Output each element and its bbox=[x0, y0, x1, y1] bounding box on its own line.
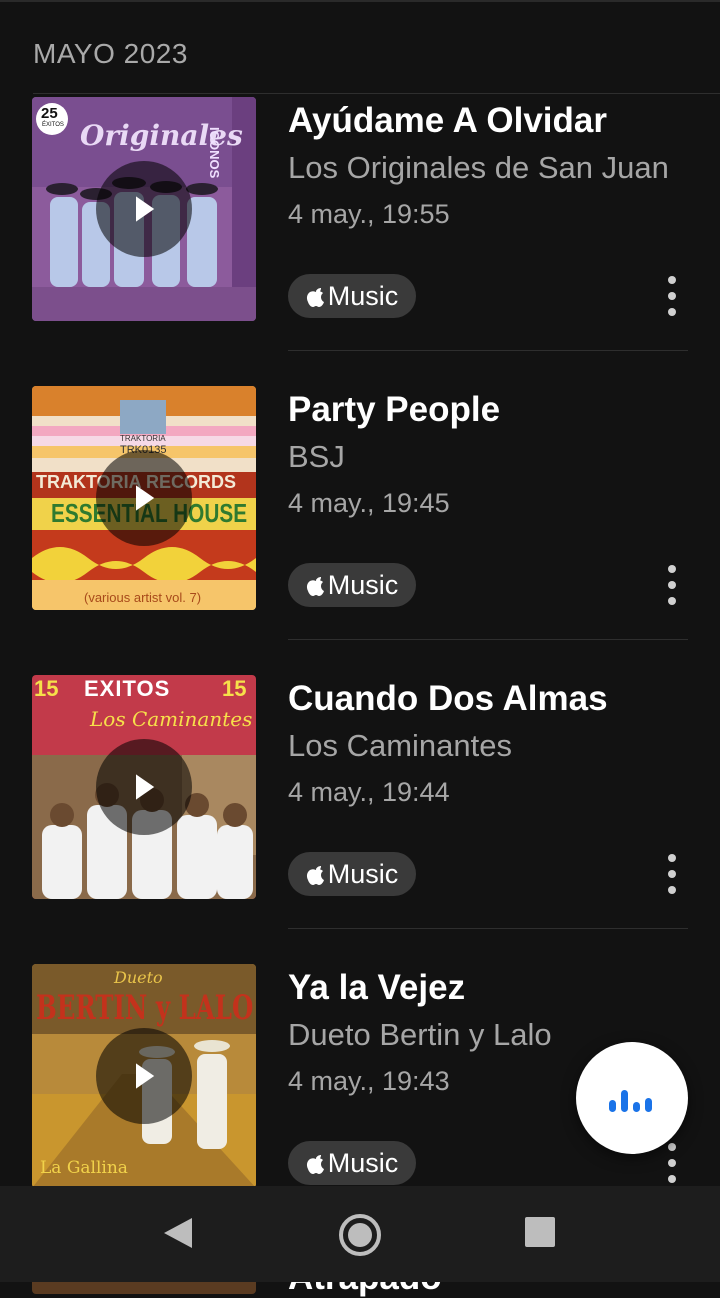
badge-label: Music bbox=[327, 858, 399, 889]
art-brand: TRAKTORIA bbox=[120, 434, 166, 443]
play-icon[interactable] bbox=[96, 161, 192, 257]
artist-name: Los Originales de San Juan bbox=[288, 150, 669, 185]
recents-icon[interactable] bbox=[525, 1217, 555, 1247]
list-item[interactable]: TRAKTORIA TRK0135 TRAKTORIA RECORDS ESSE… bbox=[0, 382, 720, 671]
system-nav-bar bbox=[0, 1186, 720, 1282]
play-icon[interactable] bbox=[96, 739, 192, 835]
art-footer: (various artist vol. 7) bbox=[84, 590, 202, 605]
more-vertical-icon[interactable] bbox=[660, 854, 684, 894]
apple-music-button[interactable]: Music bbox=[288, 563, 416, 607]
section-header: MAYO 2023 bbox=[33, 38, 188, 69]
top-edge bbox=[0, 0, 720, 2]
artist-name: Dueto Bertin y Lalo bbox=[288, 1017, 552, 1052]
song-title: Party People bbox=[288, 390, 501, 429]
more-vertical-icon[interactable] bbox=[660, 565, 684, 605]
item-divider bbox=[288, 350, 688, 351]
more-vertical-icon[interactable] bbox=[660, 1143, 684, 1183]
artist-name: Los Caminantes bbox=[288, 728, 513, 763]
apple-music-button[interactable]: Music bbox=[288, 852, 416, 896]
album-art[interactable]: 25 ÉXITOS Originales ICONOS bbox=[32, 97, 256, 321]
apple-icon bbox=[306, 284, 326, 308]
more-vertical-icon[interactable] bbox=[660, 276, 684, 316]
song-title: Ya la Vejez bbox=[288, 968, 466, 1007]
timestamp: 4 may., 19:43 bbox=[288, 1066, 450, 1096]
apple-icon bbox=[306, 573, 326, 597]
art-footer: La Gallina bbox=[40, 1158, 128, 1178]
art-script-title: Los Caminantes bbox=[90, 707, 253, 731]
album-art[interactable]: Dueto BERTIN y LALO La Gallina bbox=[32, 964, 256, 1188]
artist-name: BSJ bbox=[288, 439, 345, 474]
badge-label: Music bbox=[327, 280, 399, 311]
badge-label: Music bbox=[327, 1147, 399, 1178]
apple-music-button[interactable]: Music bbox=[288, 274, 416, 318]
home-icon[interactable] bbox=[337, 1212, 383, 1258]
timestamp: 4 may., 19:44 bbox=[288, 777, 450, 807]
item-divider bbox=[288, 639, 688, 640]
art-badge-number: 25 bbox=[41, 105, 58, 122]
album-art[interactable]: 15 EXITOS 15 Los Caminantes bbox=[32, 675, 256, 899]
timestamp: 4 may., 19:55 bbox=[288, 199, 450, 229]
listen-fab[interactable] bbox=[576, 1042, 688, 1154]
art-exitos: EXITOS bbox=[84, 676, 171, 701]
album-art[interactable]: TRAKTORIA TRK0135 TRAKTORIA RECORDS ESSE… bbox=[32, 386, 256, 610]
list-item[interactable]: 25 ÉXITOS Originales ICONOS Ayúdame A Ol… bbox=[0, 93, 720, 382]
art-number-left: 15 bbox=[34, 676, 59, 701]
apple-music-button[interactable]: Music bbox=[288, 1141, 416, 1185]
timestamp: 4 may., 19:45 bbox=[288, 488, 450, 518]
song-title: Cuando Dos Almas bbox=[288, 679, 608, 718]
art-main-label: BERTIN y LALO bbox=[36, 988, 254, 1028]
art-number-right: 15 bbox=[222, 676, 247, 701]
badge-label: Music bbox=[327, 569, 399, 600]
apple-icon bbox=[306, 1151, 326, 1175]
song-title: Ayúdame A Olvidar bbox=[288, 101, 607, 140]
art-top-label: Dueto bbox=[114, 968, 163, 987]
art-badge-sub: ÉXITOS bbox=[42, 122, 64, 128]
item-divider bbox=[288, 928, 688, 929]
back-icon[interactable] bbox=[162, 1216, 194, 1250]
list-item[interactable]: 15 EXITOS 15 Los Caminantes Cuando Dos A… bbox=[0, 671, 720, 960]
audio-bars-icon bbox=[609, 1090, 652, 1112]
art-side-label: ICONOS bbox=[207, 127, 222, 179]
play-icon[interactable] bbox=[96, 1028, 192, 1124]
apple-icon bbox=[306, 862, 326, 886]
play-icon[interactable] bbox=[96, 450, 192, 546]
